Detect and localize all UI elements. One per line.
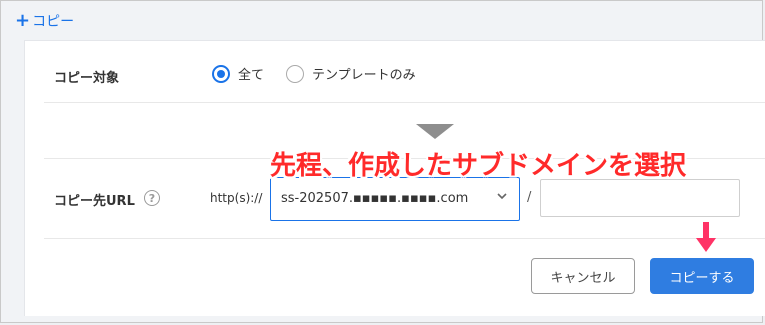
protocol-label: http(s):// bbox=[210, 191, 263, 205]
question-circle-icon[interactable]: ? bbox=[144, 190, 160, 206]
path-input[interactable] bbox=[540, 179, 740, 217]
annotation-text: 先程、作成したサブドメインを選択 bbox=[270, 151, 687, 181]
row-divider bbox=[44, 102, 765, 103]
copy-panel-title: コピー bbox=[32, 14, 75, 30]
radio-option-all[interactable]: 全て bbox=[212, 64, 264, 83]
copy-target-label: コピー対象 bbox=[54, 71, 120, 86]
radio-option-template-only-label: テンプレートのみ bbox=[312, 68, 416, 83]
domain-select-value: ss-202507.▪▪▪▪▪.▪▪▪▪.com bbox=[281, 191, 469, 206]
copy-target-radio-group: 全て テンプレートのみ bbox=[212, 64, 438, 83]
down-arrow-icon bbox=[696, 222, 716, 252]
copy-panel-header[interactable]: + コピー bbox=[15, 11, 74, 31]
radio-button-unchecked[interactable] bbox=[286, 64, 305, 83]
chevron-down-icon bbox=[495, 189, 509, 207]
plus-icon: + bbox=[15, 10, 31, 31]
copy-dest-label: コピー先URL bbox=[54, 194, 135, 209]
radio-option-template-only[interactable]: テンプレートのみ bbox=[286, 64, 416, 83]
copy-button[interactable]: コピーする bbox=[650, 258, 754, 294]
radio-button-checked[interactable] bbox=[212, 64, 230, 83]
cancel-button[interactable]: キャンセル bbox=[531, 258, 635, 294]
radio-option-all-label: 全て bbox=[238, 68, 265, 83]
path-separator: / bbox=[527, 190, 532, 205]
domain-select[interactable]: ss-202507.▪▪▪▪▪.▪▪▪▪.com bbox=[270, 177, 520, 221]
down-triangle-icon bbox=[416, 124, 454, 139]
row-divider bbox=[44, 238, 765, 239]
